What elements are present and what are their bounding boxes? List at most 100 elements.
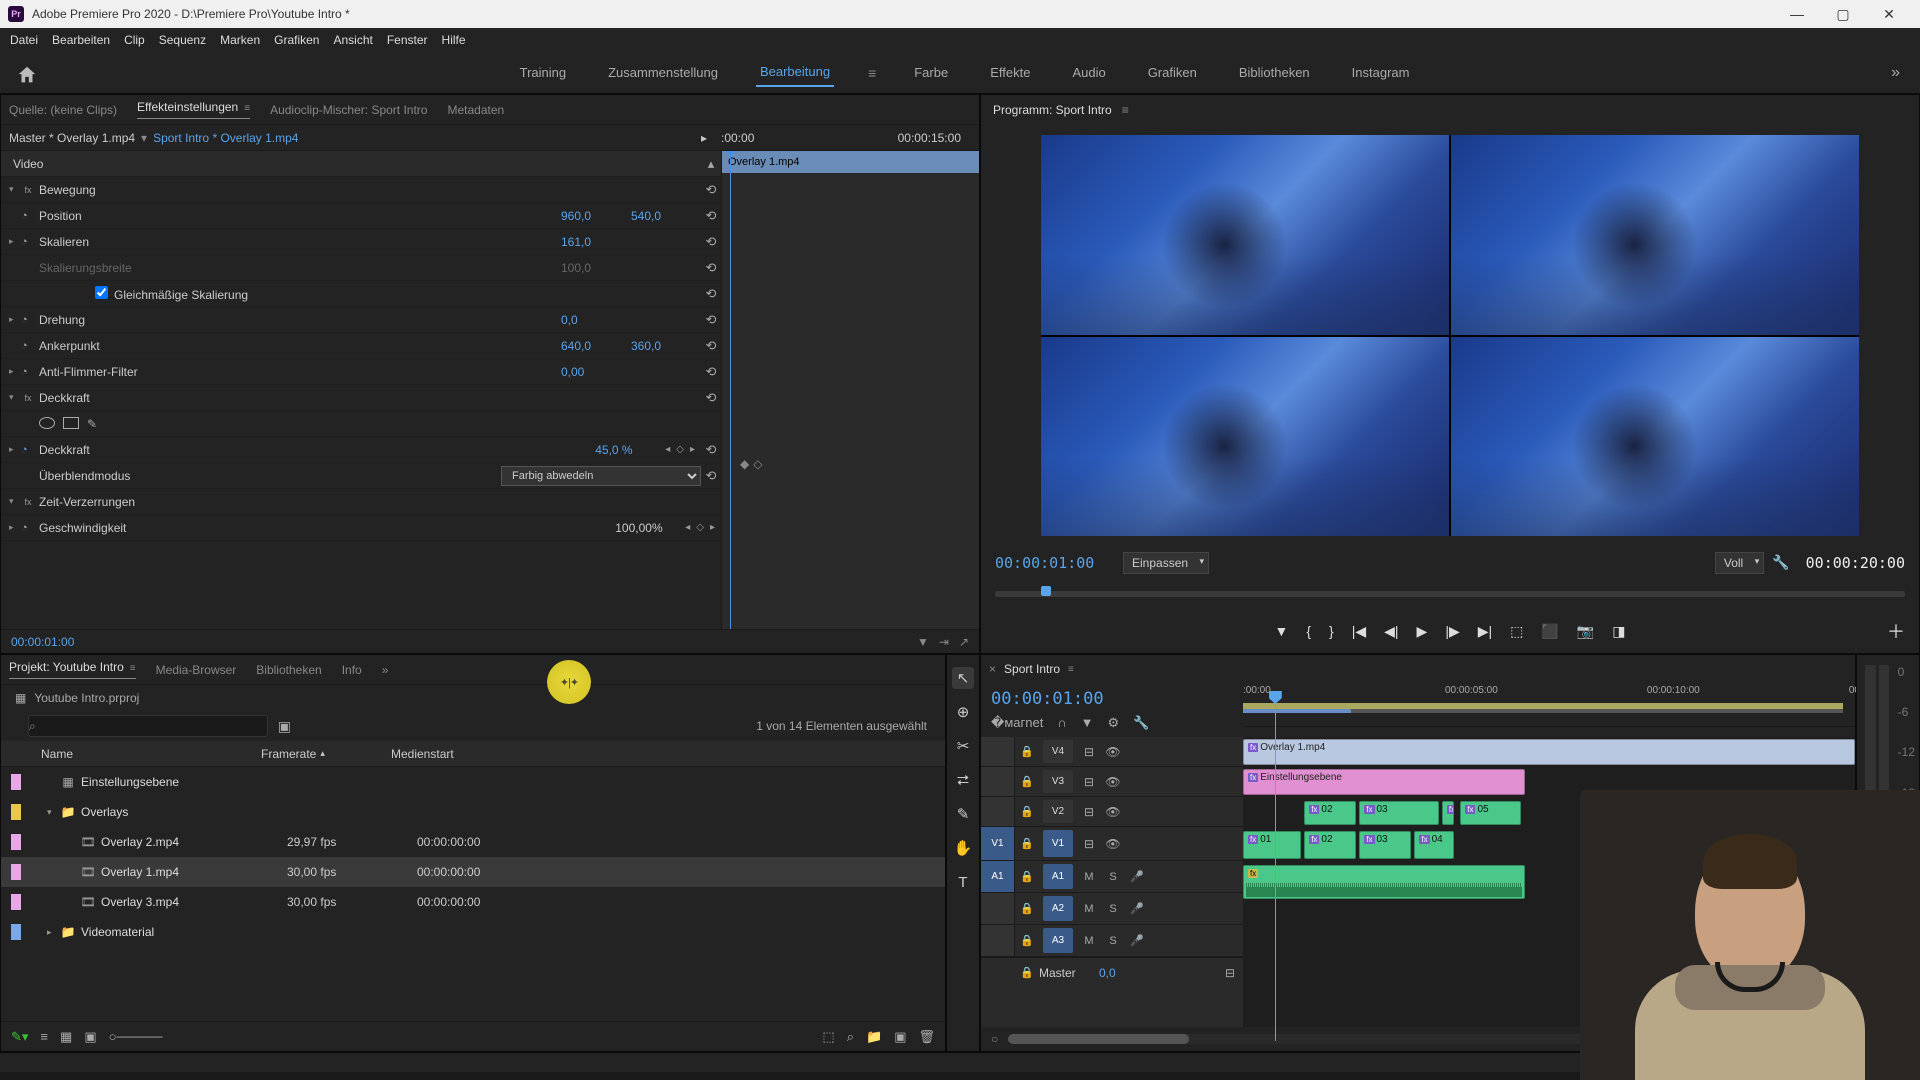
timeline-clip[interactable]: fx02 [1304, 831, 1356, 859]
linked-selection-icon[interactable]: ∩ [1057, 715, 1066, 731]
program-monitor[interactable] [1041, 135, 1859, 536]
col-medienstart[interactable]: Medienstart [391, 747, 945, 761]
automate-icon[interactable]: ⬚ [822, 1029, 834, 1045]
lock-icon[interactable]: 🔒 [1015, 966, 1039, 979]
timeline-clip[interactable]: fx05 [1460, 801, 1521, 825]
step-back-icon[interactable]: ◀| [1384, 623, 1398, 640]
workspace-farbe[interactable]: Farbe [910, 59, 952, 86]
solo-button[interactable]: S [1101, 871, 1125, 883]
source-patch[interactable] [981, 925, 1015, 956]
mask-rect-icon[interactable] [63, 417, 79, 429]
panel-menu-icon[interactable]: ≡ [130, 663, 136, 674]
settings-wrench-icon[interactable]: 🔧 [1772, 554, 1789, 571]
panel-menu-icon[interactable]: ≡ [1068, 664, 1074, 675]
wrench-icon-tl[interactable]: 🔧 [1133, 715, 1149, 731]
tab-libraries[interactable]: Bibliotheken [256, 663, 321, 677]
lock-icon[interactable]: 🔒 [1015, 805, 1039, 818]
menu-hilfe[interactable]: Hilfe [442, 33, 466, 47]
reset-icon[interactable]: ⟲ [701, 260, 721, 276]
fx-badge[interactable]: fx [21, 185, 35, 195]
sync-lock-icon[interactable]: ⊟ [1077, 837, 1101, 851]
sync-lock-icon[interactable]: ⊟ [1077, 745, 1101, 759]
lock-icon[interactable]: 🔒 [1015, 745, 1039, 758]
reset-icon[interactable]: ⟲ [701, 286, 721, 302]
fx-badge[interactable]: fx [1465, 805, 1475, 814]
toggle-track-output-icon[interactable]: 👁 [1101, 745, 1125, 759]
fx-badge[interactable]: fx [1364, 805, 1374, 814]
menu-bearbeiten[interactable]: Bearbeiten [52, 33, 110, 47]
extract-icon[interactable]: ⬛ [1541, 623, 1558, 640]
comparison-icon[interactable]: ◨ [1612, 623, 1625, 640]
slip-tool[interactable]: ⮂ [952, 769, 974, 791]
collapse-icon[interactable]: ⊟ [1225, 966, 1235, 980]
freeform-view-icon[interactable]: ▣ [84, 1029, 96, 1045]
workspace-bearbeitung[interactable]: Bearbeitung [756, 58, 834, 87]
position-y[interactable]: 540,0 [631, 209, 701, 223]
ec-current-time[interactable]: 00:00:01:00 [11, 635, 74, 649]
workspace-zusammenstellung[interactable]: Zusammenstellung [604, 59, 722, 86]
stopwatch-icon[interactable]: ◔ [21, 366, 35, 378]
twirl-icon[interactable]: ▾ [47, 807, 59, 818]
stopwatch-icon[interactable]: ◔ [21, 210, 35, 222]
menu-datei[interactable]: Datei [10, 33, 38, 47]
next-keyframe-icon[interactable]: ▸ [690, 444, 695, 455]
col-framerate[interactable]: Framerate▴ [261, 747, 391, 761]
mark-out-icon[interactable]: } [1329, 623, 1334, 639]
blend-mode-select[interactable]: Farbig abwedeln [501, 466, 701, 486]
twirl-icon[interactable]: ▾ [9, 184, 21, 195]
panel-menu-icon[interactable]: ≡ [244, 103, 250, 114]
next-keyframe-icon[interactable]: ▸ [710, 522, 715, 533]
timeline-playhead[interactable] [1275, 701, 1276, 1041]
chevron-down-icon[interactable]: ▾ [141, 131, 147, 145]
timeline-timecode[interactable]: 00:00:01:00 [991, 689, 1233, 709]
toggle-track-output-icon[interactable]: 👁 [1101, 805, 1125, 819]
menu-fenster[interactable]: Fenster [387, 33, 428, 47]
stopwatch-icon[interactable]: ◔ [21, 444, 35, 456]
anchor-x[interactable]: 640,0 [561, 339, 631, 353]
timeline-clip[interactable]: fx01 [1243, 831, 1301, 859]
twirl-icon[interactable]: ▸ [9, 366, 21, 377]
fx-badge[interactable]: fx [1248, 743, 1258, 752]
snap-icon[interactable]: �магnet [991, 715, 1043, 731]
color-label[interactable] [11, 894, 21, 910]
prev-keyframe-icon[interactable]: ◂ [685, 522, 690, 533]
sequence-name[interactable]: Sport Intro [1004, 662, 1060, 676]
mute-button[interactable]: M [1077, 871, 1101, 883]
toggle-track-output-icon[interactable]: 👁 [1101, 775, 1125, 789]
reset-icon[interactable]: ⟲ [701, 234, 721, 250]
fx-time-remapping[interactable]: Zeit-Verzerrungen [35, 495, 721, 509]
ec-play-icon[interactable]: ▸ [701, 131, 707, 145]
play-icon[interactable]: ▶ [1417, 623, 1428, 640]
color-label[interactable] [11, 804, 21, 820]
zoom-slider[interactable]: ○───── [109, 1029, 163, 1044]
project-search-input[interactable] [28, 715, 268, 737]
menu-ansicht[interactable]: Ansicht [333, 33, 372, 47]
quality-dropdown[interactable]: Voll [1715, 552, 1764, 574]
in-out-bar[interactable] [1243, 709, 1843, 713]
tab-media-browser[interactable]: Media-Browser [156, 663, 237, 677]
go-to-out-icon[interactable]: ▶| [1478, 623, 1492, 640]
solo-button[interactable]: S [1101, 935, 1125, 947]
scale-value[interactable]: 161,0 [561, 235, 631, 249]
rotation-value[interactable]: 0,0 [561, 313, 631, 327]
mask-ellipse-icon[interactable] [39, 417, 55, 429]
add-keyframe-icon[interactable]: ◇ [676, 444, 684, 455]
reset-icon[interactable]: ⟲ [701, 208, 721, 224]
list-view-icon[interactable]: ≡ [40, 1029, 48, 1044]
stopwatch-icon[interactable]: ◔ [21, 236, 35, 248]
twirl-icon[interactable]: ▸ [9, 444, 21, 455]
stopwatch-icon[interactable]: ◔ [21, 314, 35, 326]
timeline-clip[interactable]: fx02 [1304, 801, 1356, 825]
lock-icon[interactable]: 🔒 [1015, 870, 1039, 883]
color-label[interactable] [11, 774, 21, 790]
lock-icon[interactable]: 🔒 [1015, 902, 1039, 915]
menu-clip[interactable]: Clip [124, 33, 145, 47]
filmstrip-icon[interactable]: ▣ [278, 718, 291, 735]
panel-menu-icon[interactable]: ≡ [1122, 103, 1129, 117]
fx-motion[interactable]: Bewegung [35, 183, 701, 197]
stopwatch-icon[interactable]: ◔ [21, 522, 35, 534]
fx-badge[interactable]: fx [1419, 835, 1429, 844]
project-item[interactable]: 🎞 Overlay 3.mp4 30,00 fps 00:00:00:00 [1, 887, 945, 917]
mark-in-icon[interactable]: { [1306, 623, 1311, 639]
uniform-scale-checkbox[interactable] [95, 286, 108, 299]
